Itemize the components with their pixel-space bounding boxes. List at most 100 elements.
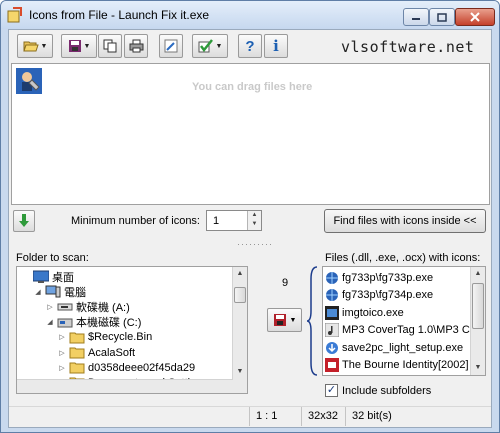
chevron-down-icon: ▼ [215, 42, 223, 50]
tree-vertical-scrollbar[interactable]: ▲ ▼ [232, 267, 247, 393]
folder-tree[interactable]: 桌面 ◢ 電腦 ▷ 軟碟機 (A:) ◢ 本機磁碟 (C:) ▷ $Recycle.Bin ▷ Ac… [16, 266, 248, 394]
arrow-down-icon [19, 214, 29, 227]
check-button[interactable]: ▼ [192, 34, 228, 58]
tree-item[interactable]: ▷ 軟碟機 (A:) [45, 299, 129, 314]
collapsed-icon[interactable]: ▷ [57, 333, 67, 341]
app-icon [7, 7, 22, 23]
tree-horizontal-scrollbar[interactable] [17, 379, 233, 393]
tree-item[interactable]: ▷ AcalaSoft [57, 345, 135, 360]
files-vertical-scrollbar[interactable]: ▲ ▼ [470, 267, 485, 375]
scroll-up-icon[interactable]: ▲ [471, 267, 485, 281]
movie-icon [325, 358, 339, 372]
minimize-icon [412, 18, 420, 20]
tree-item[interactable]: 桌面 [21, 269, 74, 284]
chevron-down-icon: ▼ [289, 316, 297, 324]
window-title: Icons from File - Launch Fix it.exe [29, 8, 210, 22]
collapsed-icon[interactable]: ▷ [45, 303, 55, 311]
music-icon [325, 323, 339, 337]
scroll-thumb[interactable] [234, 287, 246, 303]
file-list-item[interactable]: The Bourne Identity[2002] [325, 357, 469, 374]
save-icon-button[interactable]: ▼ [267, 308, 302, 332]
min-icons-label: Minimum number of icons: [71, 215, 200, 227]
printer-icon [129, 39, 143, 53]
edit-button[interactable] [159, 34, 183, 58]
toolbar: ▼ ▼ ▼ ? i vlsoftware.net [9, 30, 491, 64]
file-list-item[interactable]: fg733p\fg733p.exe [325, 269, 433, 286]
folder-icon [69, 362, 85, 374]
title-bar[interactable]: Icons from File - Launch Fix it.exe [1, 1, 499, 29]
tree-item-label: $Recycle.Bin [88, 331, 153, 344]
print-button[interactable] [124, 34, 148, 58]
status-ratio: 1 : 1 [249, 407, 293, 426]
min-icons-spinner[interactable]: 1 ▲ ▼ [206, 210, 262, 231]
floppy-disk-icon [273, 314, 286, 326]
spin-down-icon[interactable]: ▼ [248, 220, 261, 229]
move-down-button[interactable] [13, 210, 35, 232]
drop-area[interactable]: You can drag files here [11, 63, 490, 205]
status-depth: 32 bit(s) [345, 407, 425, 426]
brand-text: vlsoftware.net [341, 38, 475, 56]
floppy-disk-icon [68, 40, 81, 52]
copy-button[interactable] [98, 34, 122, 58]
find-files-button[interactable]: Find files with icons inside << [324, 209, 486, 233]
expanded-icon[interactable]: ◢ [45, 318, 55, 326]
file-list-item[interactable]: MP3 CoverTag 1.0\MP3 Co [325, 322, 476, 339]
tree-item[interactable]: ◢ 本機磁碟 (C:) [45, 315, 141, 330]
app-window: Icons from File - Launch Fix it.exe ▼ ▼ [0, 0, 500, 433]
maximize-icon [437, 12, 447, 22]
tree-item[interactable]: ▷ $Recycle.Bin [57, 330, 152, 345]
collapsed-icon[interactable]: ▷ [57, 349, 67, 357]
info-button[interactable]: i [264, 34, 288, 58]
save-button[interactable]: ▼ [61, 34, 97, 58]
scroll-down-icon[interactable]: ▼ [471, 361, 485, 375]
scroll-up-icon[interactable]: ▲ [233, 267, 247, 281]
spinner-arrows: ▲ ▼ [247, 211, 261, 230]
floppy-drive-icon [57, 303, 73, 311]
options-bar: Minimum number of icons: 1 ▲ ▼ Find file… [9, 207, 491, 237]
folder-icon [69, 347, 85, 359]
file-item-label: save2pc_light_setup.exe [342, 341, 464, 354]
file-list-item[interactable]: imgtoico.exe [325, 304, 404, 321]
collapsed-icon[interactable]: ▷ [57, 364, 67, 372]
open-button[interactable]: ▼ [17, 34, 53, 58]
globe-icon [326, 271, 338, 284]
hard-disk-icon [57, 318, 73, 328]
computer-icon [45, 285, 61, 298]
folder-label: Folder to scan: [16, 252, 89, 264]
scroll-down-icon[interactable]: ▼ [233, 365, 247, 379]
globe-icon [326, 289, 338, 301]
file-item-label: fg733p\fg733p.exe [342, 271, 434, 284]
maximize-button[interactable] [429, 8, 455, 26]
help-button[interactable]: ? [238, 34, 262, 58]
files-list[interactable]: fg733p\fg733p.exe fg733p\fg734p.exe imgtoi… [322, 266, 486, 376]
chevron-down-icon: ▼ [83, 42, 91, 50]
scroll-thumb[interactable] [472, 283, 484, 329]
tree-item[interactable]: ◢ 電腦 [33, 284, 86, 299]
close-button[interactable] [455, 8, 495, 26]
status-size: 32x32 [301, 407, 345, 426]
folder-icon [69, 332, 85, 344]
splitter-grip[interactable]: ········· [237, 239, 273, 249]
program-file-icon[interactable] [16, 68, 42, 94]
minimize-button[interactable] [403, 8, 429, 26]
file-item-label: fg733p\fg734p.exe [342, 289, 434, 301]
file-item-label: imgtoico.exe [342, 306, 404, 319]
file-item-label: MP3 CoverTag 1.0\MP3 Co [342, 324, 476, 336]
close-icon [470, 12, 480, 22]
include-subfolders-option[interactable]: ✓ Include subfolders [325, 384, 431, 397]
file-item-label: The Bourne Identity[2002] [342, 359, 469, 371]
include-subfolders-checkbox[interactable]: ✓ [325, 384, 338, 397]
info-icon: i [273, 37, 279, 55]
expanded-icon[interactable]: ◢ [33, 288, 43, 296]
include-subfolders-label: Include subfolders [342, 384, 432, 397]
status-bar: 1 : 1 32x32 32 bit(s) [9, 406, 491, 426]
tree-item-label: d0358deee02f45da29 [88, 361, 196, 374]
file-list-item[interactable]: fg733p\fg734p.exe [325, 287, 433, 304]
tree-item-label: 桌面 [52, 271, 74, 284]
tree-item[interactable]: ▷ d0358deee02f45da29 [57, 360, 195, 375]
min-icons-value[interactable]: 1 [213, 215, 219, 227]
file-list-item[interactable]: save2pc_light_setup.exe [325, 339, 463, 356]
file-count: 9 [282, 277, 289, 289]
spin-up-icon[interactable]: ▲ [248, 211, 261, 220]
copy-icon [103, 39, 117, 53]
